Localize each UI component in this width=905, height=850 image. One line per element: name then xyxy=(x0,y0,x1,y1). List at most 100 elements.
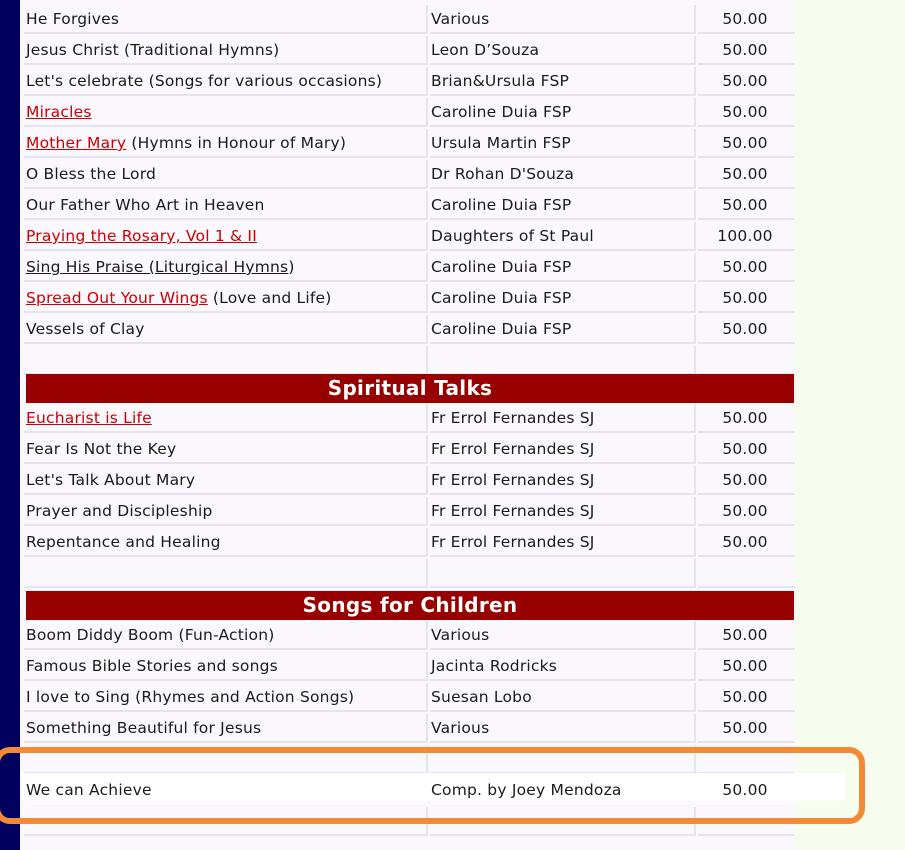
table-row: Eucharist is Life Fr Errol Fernandes SJ 50… xyxy=(24,404,795,435)
table-row: Let's celebrate (Songs for various occas… xyxy=(24,67,795,98)
table-row: Sing His Praise (Liturgical Hymns) Caroli… xyxy=(24,253,795,284)
table-row: Praying the Rosary, Vol 1 & II Daughters … xyxy=(24,222,795,253)
table-row: Famous Bible Stories and songs Jacinta Ro… xyxy=(24,652,795,683)
empty-cell xyxy=(24,807,428,836)
table-row: I love to Sing (Rhymes and Action Songs)… xyxy=(24,683,795,714)
table-row: O Bless the Lord Dr Rohan D'Souza 50.00 xyxy=(24,160,795,191)
artist-cell: Various xyxy=(430,714,696,743)
empty-cell xyxy=(698,346,795,375)
artist-cell: Various xyxy=(430,5,696,34)
price-cell: 50.00 xyxy=(698,191,795,220)
title-link[interactable]: Mother Mary xyxy=(26,134,126,152)
artist-cell: Various xyxy=(430,621,696,650)
price-cell: 50.00 xyxy=(698,404,795,433)
empty-cell xyxy=(24,745,428,774)
empty-cell xyxy=(430,745,696,774)
title-cell: Let's Talk About Mary xyxy=(24,466,428,495)
title-cell: We can Achieve xyxy=(26,781,152,799)
empty-cell xyxy=(24,346,428,375)
title-cell: Let's celebrate (Songs for various occas… xyxy=(24,67,428,96)
title-cell: Sing His Praise (Liturgical Hymns) xyxy=(24,253,428,282)
price-cell: 50.00 xyxy=(698,435,795,464)
title-cell: He Forgives xyxy=(24,5,428,34)
price-cell: 50.00 xyxy=(698,497,795,526)
table-row: Repentance and Healing Fr Errol Fernandes… xyxy=(24,528,795,559)
price-cell: 50.00 xyxy=(698,253,795,282)
table-row: Let's Talk About Mary Fr Errol Fernandes … xyxy=(24,466,795,497)
title-cell: Something Beautiful for Jesus xyxy=(24,714,428,743)
table-row: Prayer and Discipleship Fr Errol Fernande… xyxy=(24,497,795,528)
artist-cell: Fr Errol Fernandes SJ xyxy=(430,528,696,557)
blank-row xyxy=(24,745,795,776)
price-cell: 100.00 xyxy=(698,222,795,251)
table-row: Fear Is Not the Key Fr Errol Fernandes SJ… xyxy=(24,435,795,466)
title-suffix: (Love and Life) xyxy=(207,289,332,307)
title-cell: Spread Out Your Wings (Love and Life) xyxy=(24,284,428,313)
table-row: Boom Diddy Boom (Fun-Action) Various 50.00 xyxy=(24,621,795,652)
table-row: Vessels of Clay Caroline Duia FSP 50.00 xyxy=(24,315,795,346)
section-header-songs-for-children: Songs for Children xyxy=(26,591,794,620)
title-link[interactable]: Eucharist is Life xyxy=(26,409,152,427)
title-cell: Vessels of Clay xyxy=(24,315,428,344)
title-cell: Mother Mary (Hymns in Honour of Mary) xyxy=(24,129,428,158)
empty-cell xyxy=(430,807,696,836)
price-cell: 50.00 xyxy=(698,315,795,344)
section-header-spiritual-talks: Spiritual Talks xyxy=(26,374,794,403)
title-cell: Fear Is Not the Key xyxy=(24,435,428,464)
price-cell: 50.00 xyxy=(698,98,795,127)
title-cell: Boom Diddy Boom (Fun-Action) xyxy=(24,621,428,650)
table-row: Jesus Christ (Traditional Hymns) Leon D’S… xyxy=(24,36,795,67)
artist-cell: Caroline Duia FSP xyxy=(430,191,696,220)
title-link[interactable]: Spread Out Your Wings xyxy=(26,289,208,307)
empty-cell xyxy=(698,745,795,774)
empty-cell xyxy=(698,807,795,836)
title-cell: Our Father Who Art in Heaven xyxy=(24,191,428,220)
price-cell: 50.00 xyxy=(698,528,795,557)
empty-cell xyxy=(698,559,795,588)
price-cell: 50.00 xyxy=(698,621,795,650)
artist-cell: Caroline Duia FSP xyxy=(430,284,696,313)
table-row: Mother Mary (Hymns in Honour of Mary) Urs… xyxy=(24,129,795,160)
blank-row xyxy=(24,807,795,838)
price-cell: 50.00 xyxy=(698,466,795,495)
price-cell: 50.00 xyxy=(698,683,795,712)
price-cell: 50.00 xyxy=(698,160,795,189)
title-link[interactable]: Praying the Rosary, Vol 1 & II xyxy=(26,227,257,245)
empty-cell xyxy=(24,559,428,588)
title-cell: Eucharist is Life xyxy=(24,404,428,433)
price-cell: 50.00 xyxy=(698,5,795,34)
price-cell: 50.00 xyxy=(698,36,795,65)
artist-cell: Fr Errol Fernandes SJ xyxy=(430,466,696,495)
title-suffix: ) xyxy=(288,258,295,276)
artist-cell: Caroline Duia FSP xyxy=(430,253,696,282)
artist-cell: Daughters of St Paul xyxy=(430,222,696,251)
table-row: Spread Out Your Wings (Love and Life) Car… xyxy=(24,284,795,315)
table-row-highlighted: We can Achieve Comp. by Joey Mendoza 50.… xyxy=(24,776,795,807)
empty-cell xyxy=(430,346,696,375)
blank-row xyxy=(24,346,795,377)
table-row: Something Beautiful for Jesus Various 50.0… xyxy=(24,714,795,745)
price-cell: 50.00 xyxy=(698,129,795,158)
title-link[interactable]: Sing His Praise (Liturgical Hymns xyxy=(26,258,288,276)
title-cell: Famous Bible Stories and songs xyxy=(24,652,428,681)
price-cell: 50.00 xyxy=(698,284,795,313)
artist-cell: Caroline Duia FSP xyxy=(430,98,696,127)
table-row: He Forgives Various 50.00 xyxy=(24,5,795,36)
title-cell: Miracles xyxy=(24,98,428,127)
page: He Forgives Various 50.00 Jesus Christ (Tra… xyxy=(0,0,905,850)
title-suffix: (Hymns in Honour of Mary) xyxy=(126,134,347,152)
title-link[interactable]: Miracles xyxy=(26,103,92,121)
artist-cell: Caroline Duia FSP xyxy=(430,315,696,344)
title-cell: Praying the Rosary, Vol 1 & II xyxy=(24,222,428,251)
price-cell: 50.00 xyxy=(698,652,795,681)
table-row: Miracles Caroline Duia FSP 50.00 xyxy=(24,98,795,129)
artist-cell: Fr Errol Fernandes SJ xyxy=(430,435,696,464)
artist-cell: Fr Errol Fernandes SJ xyxy=(430,497,696,526)
price-cell: 50.00 xyxy=(698,67,795,96)
catalog-rows: He Forgives Various 50.00 Jesus Christ (Tra… xyxy=(0,0,905,850)
title-cell: I love to Sing (Rhymes and Action Songs) xyxy=(24,683,428,712)
artist-cell: Jacinta Rodricks xyxy=(430,652,696,681)
price-cell: 50.00 xyxy=(698,714,795,743)
artist-cell: Fr Errol Fernandes SJ xyxy=(430,404,696,433)
artist-cell: Leon D’Souza xyxy=(430,36,696,65)
